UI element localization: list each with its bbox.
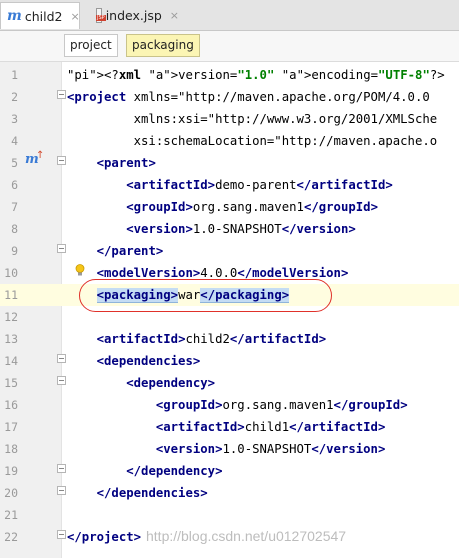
line-number: 1 bbox=[11, 68, 18, 82]
fold-marker-parent[interactable] bbox=[57, 156, 66, 165]
breadcrumb: project packaging bbox=[0, 31, 459, 62]
code-line[interactable]: </parent> bbox=[67, 240, 164, 262]
line-number: 5 bbox=[11, 156, 18, 170]
line-number: 21 bbox=[4, 508, 18, 522]
code-line[interactable]: <artifactId>demo-parent</artifactId> bbox=[67, 174, 393, 196]
tab-index-jsp[interactable]: index.jsp × bbox=[90, 2, 186, 29]
fold-marker-dependency[interactable] bbox=[57, 376, 66, 385]
fold-marker-parent-end[interactable] bbox=[57, 244, 66, 253]
line-number: 18 bbox=[4, 442, 18, 456]
line-number: 10 bbox=[4, 266, 18, 280]
code-line[interactable]: xmlns:xsi="http://www.w3.org/2001/XMLSch… bbox=[67, 108, 438, 130]
tab-label: child2 bbox=[24, 8, 63, 24]
code-line[interactable]: <groupId>org.sang.maven1</groupId> bbox=[67, 394, 408, 416]
code-line[interactable]: xsi:schemaLocation="http://maven.apache.… bbox=[67, 130, 438, 152]
up-arrow-icon: ↑ bbox=[36, 150, 45, 161]
code-line[interactable]: <groupId>org.sang.maven1</groupId> bbox=[67, 196, 378, 218]
code-line[interactable]: </dependency> bbox=[67, 460, 222, 482]
code-line[interactable]: <artifactId>child2</artifactId> bbox=[67, 328, 327, 350]
code-line[interactable]: <dependencies> bbox=[67, 350, 201, 372]
line-number: 11 bbox=[4, 288, 18, 302]
code-line[interactable]: <dependency> bbox=[67, 372, 215, 394]
tab-child2[interactable]: m child2 × bbox=[0, 2, 80, 29]
code-line[interactable]: <parent> bbox=[67, 152, 156, 174]
line-number: 14 bbox=[4, 354, 18, 368]
jsp-file-icon bbox=[96, 8, 106, 23]
fold-marker-project-end[interactable] bbox=[57, 530, 66, 539]
fold-marker-dependency-end[interactable] bbox=[57, 464, 66, 473]
line-number: 15 bbox=[4, 376, 18, 390]
line-number: 3 bbox=[11, 112, 18, 126]
line-number: 20 bbox=[4, 486, 18, 500]
line-number: 4 bbox=[11, 134, 18, 148]
line-number: 13 bbox=[4, 332, 18, 346]
annotation-highlight-circle bbox=[79, 279, 332, 312]
fold-marker-dependencies[interactable] bbox=[57, 354, 66, 363]
editor-tab-bar: m child2 × index.jsp × bbox=[0, 0, 459, 31]
tab-label: index.jsp bbox=[105, 8, 162, 23]
close-icon[interactable]: × bbox=[70, 10, 79, 23]
code-line[interactable]: </dependencies> bbox=[67, 482, 208, 504]
line-number: 16 bbox=[4, 398, 18, 412]
breadcrumb-packaging[interactable]: packaging bbox=[126, 34, 200, 57]
line-number: 17 bbox=[4, 420, 18, 434]
code-line[interactable]: </project> bbox=[67, 526, 141, 548]
close-icon[interactable]: × bbox=[170, 9, 179, 22]
line-number: 9 bbox=[11, 244, 18, 258]
watermark: http://blog.csdn.net/u012702547 bbox=[146, 528, 347, 544]
fold-marker-project[interactable] bbox=[57, 90, 66, 99]
breadcrumb-project[interactable]: project bbox=[64, 34, 118, 57]
line-number: 2 bbox=[11, 90, 18, 104]
line-number: 12 bbox=[4, 310, 18, 324]
code-line[interactable]: <artifactId>child1</artifactId> bbox=[67, 416, 386, 438]
code-line[interactable]: "pi"><?xml "a">version="1.0" "a">encodin… bbox=[67, 64, 445, 86]
code-line[interactable]: <project xmlns="http://maven.apache.org/… bbox=[67, 86, 430, 108]
code-line[interactable]: <version>1.0-SNAPSHOT</version> bbox=[67, 218, 356, 240]
line-number: 7 bbox=[11, 200, 18, 214]
line-number: 19 bbox=[4, 464, 18, 478]
line-number: 6 bbox=[11, 178, 18, 192]
code-line[interactable]: <version>1.0-SNAPSHOT</version> bbox=[67, 438, 386, 460]
line-number: 8 bbox=[11, 222, 18, 236]
line-number: 22 bbox=[4, 530, 18, 544]
fold-marker-dependencies-end[interactable] bbox=[57, 486, 66, 495]
maven-m-icon: m bbox=[7, 8, 22, 24]
